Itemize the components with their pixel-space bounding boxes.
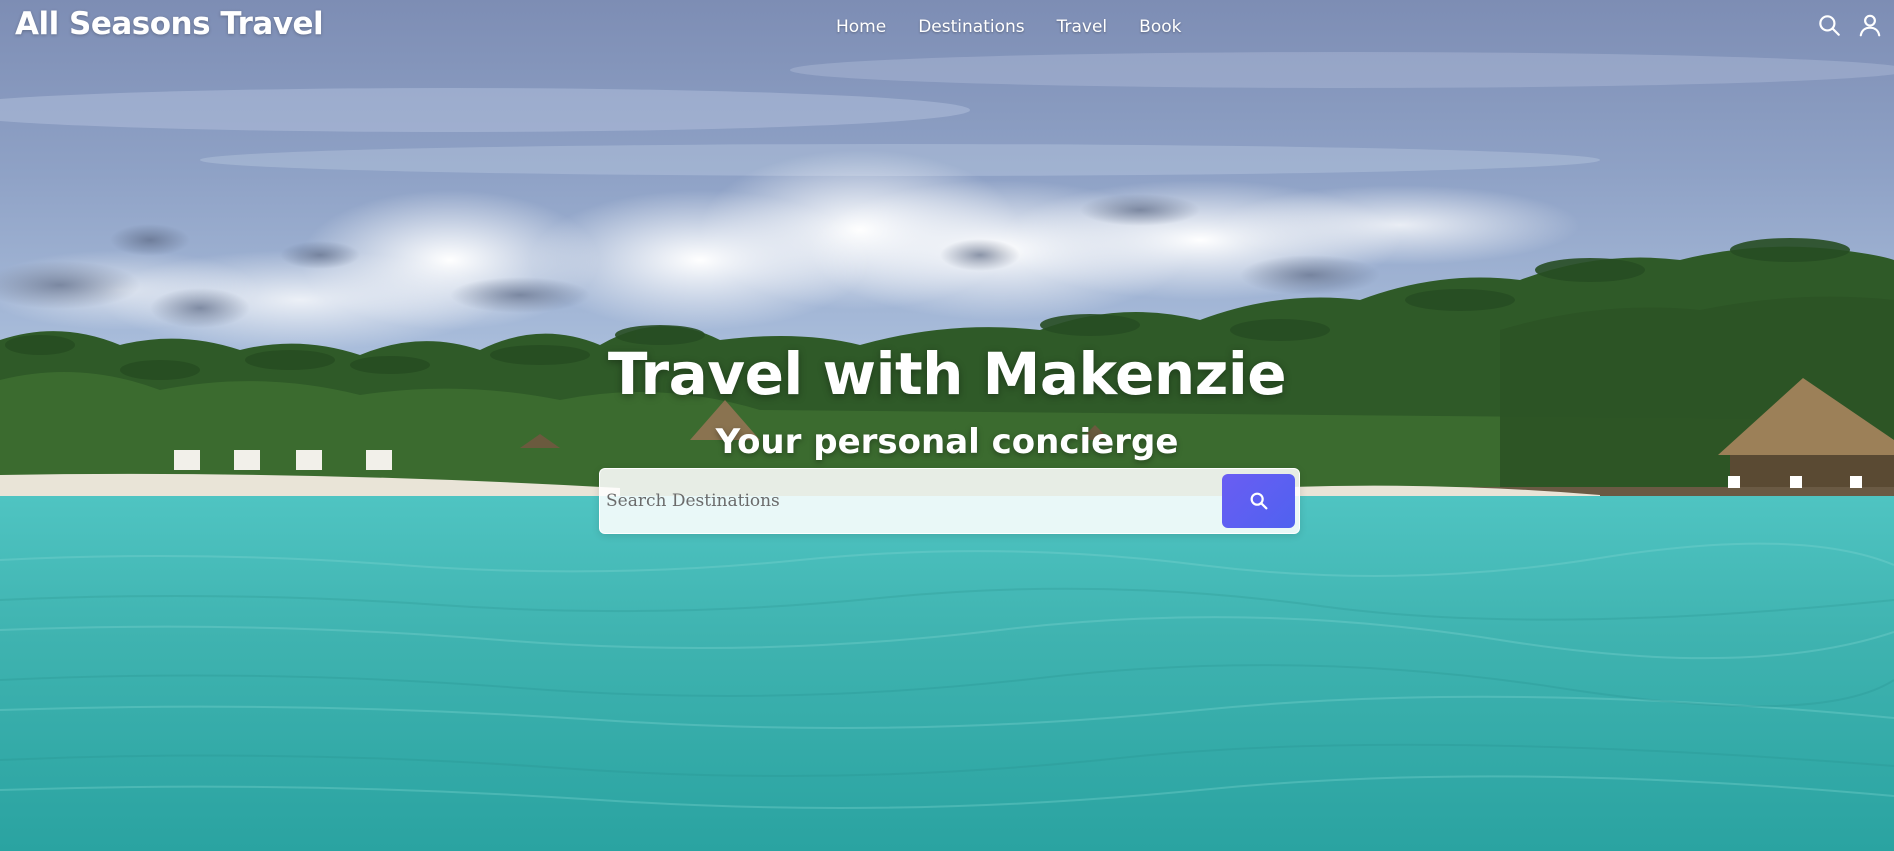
nav-home[interactable]: Home	[836, 17, 886, 37]
search-icon	[1250, 492, 1267, 510]
search-icon[interactable]	[1816, 12, 1842, 38]
hero-subtitle: Your personal concierge	[715, 422, 1179, 462]
hero-title: Travel with Makenzie	[607, 340, 1287, 408]
nav-destinations[interactable]: Destinations	[918, 17, 1024, 37]
destination-search-box	[599, 468, 1300, 534]
search-destinations-input[interactable]	[604, 477, 1208, 525]
search-submit-button[interactable]	[1222, 474, 1295, 528]
top-navigation-bar: All Seasons Travel Home Destinations Tra…	[0, 0, 1894, 56]
brand-logo[interactable]: All Seasons Travel	[15, 6, 324, 42]
user-icon[interactable]	[1857, 12, 1883, 38]
nav-travel[interactable]: Travel	[1057, 17, 1108, 37]
main-nav: Home Destinations Travel Book	[836, 17, 1213, 37]
nav-book[interactable]: Book	[1139, 17, 1181, 37]
